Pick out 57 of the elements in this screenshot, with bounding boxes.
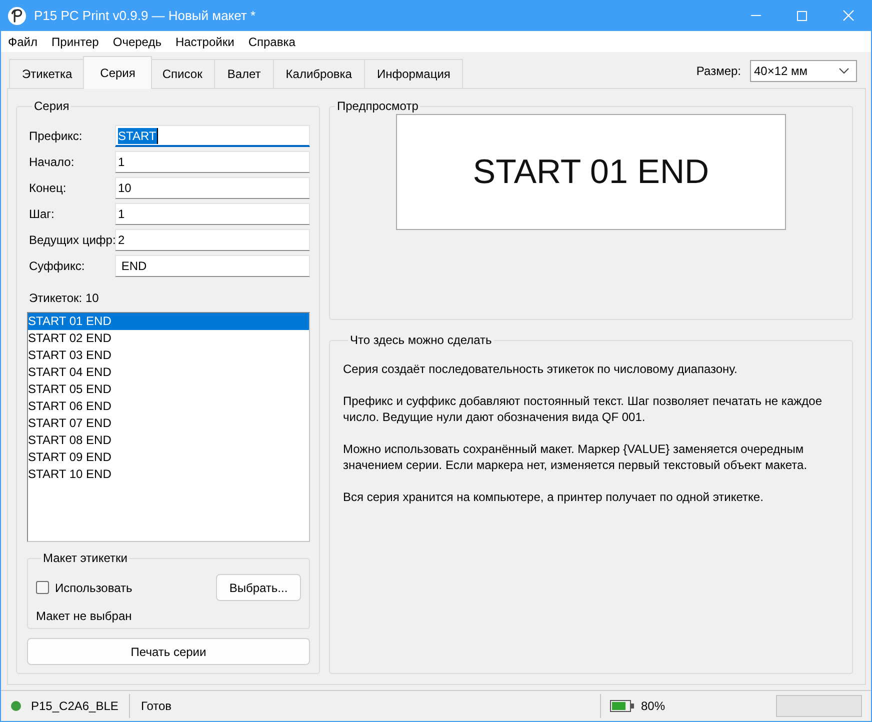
app-logo-icon xyxy=(8,6,26,24)
list-item[interactable]: START 09 END xyxy=(28,449,309,466)
window-title: P15 PC Print v0.9.9 — Новый макет * xyxy=(34,6,256,25)
list-item[interactable]: START 08 END xyxy=(28,432,309,449)
help-paragraph: Префикс и суффикс добавляют постоянный текст. Шаг позволяет печатать не каждое число. Ведущие нули дают обозначения вида QF 001. xyxy=(343,393,823,425)
battery-percentage: 80% xyxy=(641,698,666,715)
field-label: Ведущих цифр: xyxy=(28,232,115,249)
input-field[interactable]: 10 xyxy=(115,177,310,199)
list-item[interactable]: START 04 END xyxy=(28,364,309,381)
field-label: Шаг: xyxy=(28,206,56,223)
label-preview-text: START 01 END xyxy=(472,155,710,189)
help-paragraph: Вся серия хранится на компьютере, а принтер получает по одной этикетке. xyxy=(343,489,764,505)
group-title: Серия xyxy=(33,98,70,114)
menu-item[interactable]: Принтер xyxy=(44,31,106,52)
tab[interactable]: Информация xyxy=(364,59,464,88)
input-field[interactable]: END xyxy=(115,255,310,277)
field-label: Конец: xyxy=(28,180,68,197)
field-label: Суффикс: xyxy=(28,258,86,275)
maximize-icon xyxy=(797,10,807,20)
input-field[interactable]: 2 xyxy=(115,229,310,251)
battery-icon xyxy=(610,700,634,712)
input-field[interactable]: 1 xyxy=(115,151,310,173)
status-text: Готов xyxy=(141,699,172,713)
size-dropdown[interactable]: 40×12 мм xyxy=(750,60,857,82)
list-item[interactable]: START 02 END xyxy=(28,330,309,347)
list-item[interactable]: START 05 END xyxy=(28,381,309,398)
menu-item[interactable]: Настройки xyxy=(168,31,242,52)
menu-item[interactable]: Файл xyxy=(1,31,45,52)
checkbox-label[interactable]: Использовать xyxy=(55,578,132,596)
print-series-button[interactable]: Печать серии xyxy=(27,638,310,665)
choose-button[interactable]: Выбрать... xyxy=(216,574,301,601)
layout-status: Макет не выбран xyxy=(36,608,133,624)
list-item[interactable]: START 01 END xyxy=(28,313,309,330)
field-label: Префикс: xyxy=(28,128,84,145)
menu-item[interactable]: Справка xyxy=(241,31,302,52)
close-icon xyxy=(842,10,854,21)
size-label: Размер: xyxy=(696,63,741,80)
list-item[interactable]: START 10 END xyxy=(28,466,309,483)
list-item[interactable]: START 03 END xyxy=(28,347,309,364)
tab[interactable]: Серия xyxy=(83,56,152,89)
group-title: Что здесь можно сделать xyxy=(349,332,493,348)
field-label: Начало: xyxy=(28,154,76,171)
printer-name: P15_C2A6_BLE xyxy=(31,698,118,715)
group-title: Предпросмотр xyxy=(336,98,420,114)
help-paragraph: Можно использовать сохранённый макет. Маркер {VALUE} заменяется очередным значением серии. Если маркера нет, изменяется первый текстовый объект макета. xyxy=(343,441,808,473)
tab[interactable]: Этикетка xyxy=(9,59,86,88)
chevron-down-icon xyxy=(839,68,849,74)
input-field[interactable]: 1 xyxy=(115,203,310,225)
help-paragraph: Серия создаёт последовательность этикеток по числовому диапазону. xyxy=(343,361,738,377)
list-item[interactable]: START 06 END xyxy=(28,398,309,415)
minimize-icon xyxy=(751,15,761,16)
input-field[interactable]: START xyxy=(115,125,310,147)
checkbox[interactable] xyxy=(36,581,49,594)
list-item[interactable]: START 07 END xyxy=(28,415,309,432)
group-title: Макет этикетки xyxy=(42,550,128,566)
menu-item[interactable]: Очередь xyxy=(106,31,168,52)
label-count: Этикеток: 10 xyxy=(28,290,100,306)
